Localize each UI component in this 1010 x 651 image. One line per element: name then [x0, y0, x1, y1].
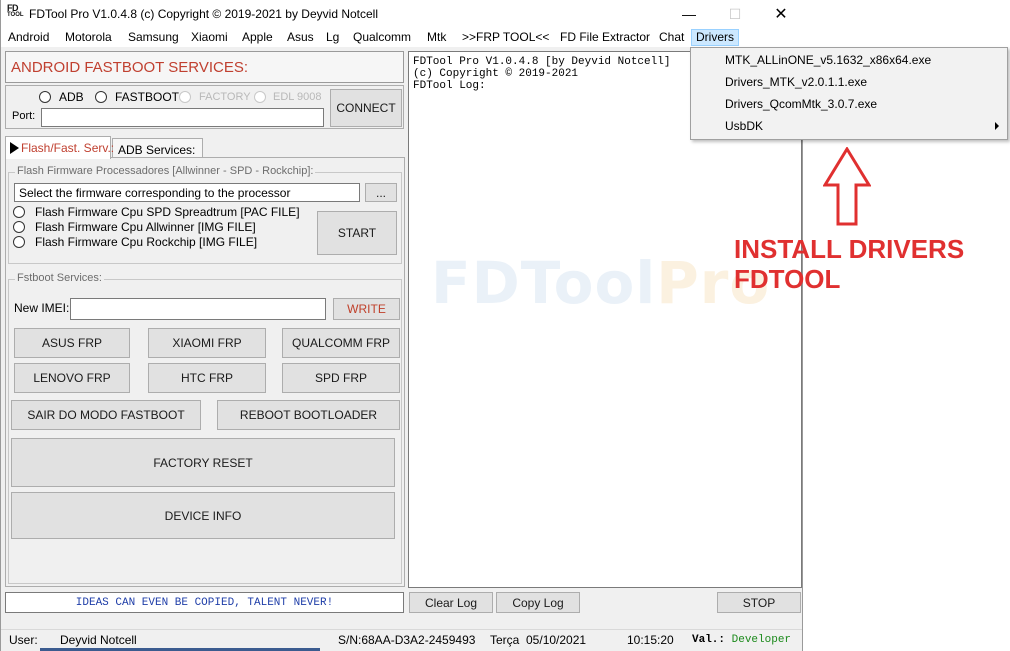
edl-label: EDL 9008 [273, 91, 322, 103]
menu-motorola[interactable]: Motorola [61, 29, 116, 46]
menu-apple[interactable]: Apple [238, 29, 277, 46]
spd-label: Flash Firmware Cpu SPD Spreadtrum [PAC F… [35, 205, 300, 219]
title-bar: FD TOOL FDTool Pro V1.0.4.8 (c) Copyrigh… [1, 0, 804, 28]
fastboot-radio[interactable] [95, 91, 107, 103]
factory-label: FACTORY [199, 91, 251, 103]
menu-mtk[interactable]: Mtk [423, 29, 450, 46]
htc-frp-button[interactable]: HTC FRP [148, 363, 266, 393]
maximize-button[interactable]: ☐ [712, 0, 758, 28]
spd-frp-button[interactable]: SPD FRP [282, 363, 400, 393]
menu-bar: Android Motorola Samsung Xiaomi Apple As… [1, 28, 804, 47]
connection-box: ADB FASTBOOT FACTORY EDL 9008 Port: CONN… [5, 85, 404, 129]
app-window: FD TOOL FDTool Pro V1.0.4.8 (c) Copyrigh… [0, 0, 804, 651]
factory-reset-button[interactable]: FACTORY RESET [11, 438, 395, 487]
motto-banner: IDEAS CAN EVEN BE COPIED, TALENT NEVER! [5, 592, 404, 613]
window-title: FDTool Pro V1.0.4.8 (c) Copyright © 2019… [29, 7, 379, 21]
rockchip-radio[interactable] [13, 236, 25, 248]
fastboot-services-group: Fstboot Services: New IMEI: WRITE ASUS F… [8, 272, 402, 584]
adb-radio[interactable] [39, 91, 51, 103]
fastboot-group-title: Fstboot Services: [15, 272, 104, 284]
clear-log-button[interactable]: Clear Log [409, 592, 493, 613]
allwinner-radio[interactable] [13, 221, 25, 233]
reboot-bootloader-button[interactable]: REBOOT BOOTLOADER [217, 400, 400, 430]
menu-chat[interactable]: Chat [655, 29, 688, 46]
connect-button[interactable]: CONNECT [330, 89, 402, 127]
fdtool-pro-watermark: FDToolPro [431, 254, 770, 312]
status-time: 10:15:20 [627, 633, 674, 647]
qualcomm-frp-button[interactable]: QUALCOMM FRP [282, 328, 400, 358]
menu-android[interactable]: Android [4, 29, 53, 46]
menu-fd-file-extractor[interactable]: FD File Extractor [556, 29, 654, 46]
tab-flash-label: Flash/Fast. Serv.: [21, 141, 115, 155]
tab-flash-fast-serv[interactable]: Flash/Fast. Serv.: [5, 136, 115, 159]
annotation-line-2: FDTOOL [734, 264, 841, 294]
usbdk-label: UsbDK [725, 119, 764, 133]
menu-qualcomm[interactable]: Qualcomm [349, 29, 415, 46]
xiaomi-frp-button[interactable]: XIAOMI FRP [148, 328, 266, 358]
driver-usbdk[interactable]: UsbDK [691, 115, 1007, 137]
adb-label: ADB [59, 90, 84, 104]
factory-radio [179, 91, 191, 103]
drivers-dropdown: MTK_ALLinONE_v5.1632_x86x64.exe Drivers_… [690, 47, 1008, 140]
driver-qcom-mtk[interactable]: Drivers_QcomMtk_3.0.7.exe [691, 93, 1007, 115]
flash-group-title: Flash Firmware Processadores [Allwinner … [15, 165, 316, 177]
rockchip-label: Flash Firmware Cpu Rockchip [IMG FILE] [35, 235, 258, 249]
user-value: Deyvid Notcell [60, 633, 137, 647]
annotation-line-1: INSTALL DRIVERS [734, 234, 965, 264]
firmware-select[interactable]: Select the firmware corresponding to the… [14, 183, 360, 202]
close-button[interactable]: ✕ [758, 0, 804, 28]
fastboot-label: FASTBOOT [115, 90, 180, 104]
user-label: User: [9, 633, 38, 647]
copy-log-button[interactable]: Copy Log [496, 592, 580, 613]
minimize-button[interactable]: — [666, 0, 712, 28]
menu-frp-tool[interactable]: >>FRP TOOL<< [458, 29, 553, 46]
install-drivers-annotation: INSTALL DRIVERS FDTOOL [734, 234, 964, 294]
menu-lg[interactable]: Lg [322, 29, 343, 46]
imei-input[interactable] [70, 298, 326, 320]
write-button[interactable]: WRITE [333, 298, 400, 320]
tab-adb-services[interactable]: ADB Services: [112, 138, 203, 158]
menu-xiaomi[interactable]: Xiaomi [187, 29, 232, 46]
browse-button[interactable]: ... [365, 183, 397, 202]
tab-content: Flash Firmware Processadores [Allwinner … [5, 157, 405, 587]
play-arrow-icon [10, 142, 19, 154]
asus-frp-button[interactable]: ASUS FRP [14, 328, 130, 358]
panel-title: ANDROID FASTBOOT SERVICES: [5, 51, 404, 83]
port-input[interactable] [41, 108, 324, 127]
val-label: Val.: [692, 634, 726, 646]
app-logo-icon: FD TOOL [7, 3, 24, 19]
watermark-fdtool: FDTool [431, 249, 657, 317]
flash-firmware-group: Flash Firmware Processadores [Allwinner … [8, 165, 402, 264]
edl-radio [254, 91, 266, 103]
stop-button[interactable]: STOP [717, 592, 801, 613]
driver-mtk[interactable]: Drivers_MTK_v2.0.1.1.exe [691, 71, 1007, 93]
spd-radio[interactable] [13, 206, 25, 218]
service-tabs: Flash/Fast. Serv.: ADB Services: [5, 136, 405, 159]
device-info-button[interactable]: DEVICE INFO [11, 492, 395, 539]
start-button[interactable]: START [317, 211, 397, 255]
driver-mtk-allinone[interactable]: MTK_ALLinONE_v5.1632_x86x64.exe [691, 49, 1007, 71]
up-arrow-icon [823, 147, 871, 226]
submenu-arrow-icon [995, 122, 999, 130]
menu-samsung[interactable]: Samsung [124, 29, 183, 46]
val-value: Developer [731, 634, 792, 646]
port-label: Port: [12, 110, 36, 122]
menu-drivers[interactable]: Drivers [691, 29, 739, 46]
status-date: Terça 05/10/2021 [490, 633, 587, 647]
imei-label: New IMEI: [14, 301, 70, 315]
exit-fastboot-button[interactable]: SAIR DO MODO FASTBOOT [11, 400, 201, 430]
lenovo-frp-button[interactable]: LENOVO FRP [14, 363, 130, 393]
allwinner-label: Flash Firmware Cpu Allwinner [IMG FILE] [35, 220, 256, 234]
menu-asus[interactable]: Asus [283, 29, 318, 46]
validity: Val.: Developer [692, 634, 791, 646]
serial-number: S/N:68AA-D3A2-2459493 [338, 633, 476, 647]
